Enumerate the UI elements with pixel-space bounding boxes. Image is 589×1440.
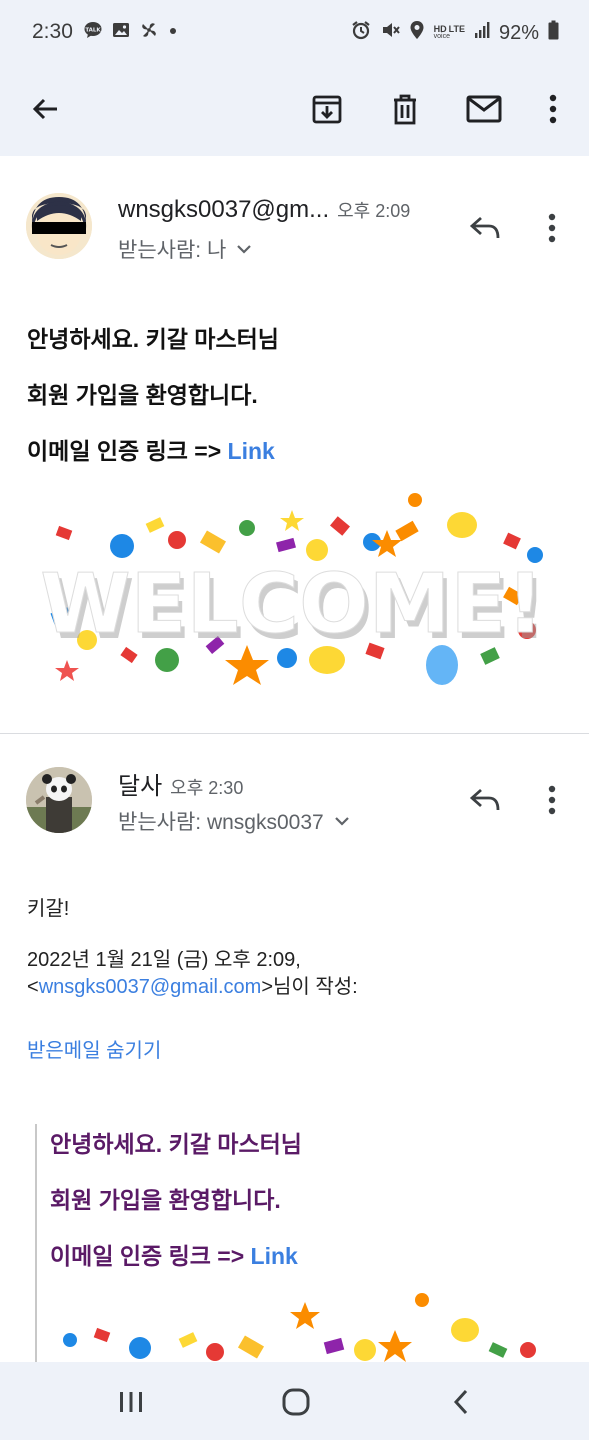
more-vert-icon: [548, 213, 556, 243]
welcome-banner-text: WELCOME!: [40, 557, 544, 652]
talk-icon: TALK: [84, 21, 102, 44]
quoted-line3: 이메일 인증 링크 => Link: [50, 1237, 298, 1271]
alarm-icon: [351, 20, 371, 46]
gallery-icon: [112, 21, 130, 44]
quoted-welcome-banner-image: [50, 1290, 562, 1362]
message2-more-button[interactable]: [532, 777, 572, 823]
message1-body-line1: 안녕하세요. 키갈 마스터님: [27, 326, 279, 352]
message1-verify-link[interactable]: Link: [228, 438, 275, 464]
quoted-line1: 안녕하세요. 키갈 마스터님: [50, 1131, 302, 1157]
message1-body-line3-text: 이메일 인증 링크 =>: [27, 438, 228, 464]
message2-recipient: 받는사람: wnsgks0037: [118, 811, 324, 834]
more-options-button[interactable]: [528, 84, 578, 134]
archive-icon: [312, 95, 342, 124]
welcome-banner-image: WELCOME! WELCOME!: [27, 480, 562, 705]
reply-icon: [469, 216, 500, 239]
system-nav-bar: [0, 1362, 589, 1440]
message1-more-button[interactable]: [532, 205, 572, 251]
delete-button[interactable]: [380, 84, 430, 134]
location-icon: [409, 20, 425, 46]
dot-icon: [168, 21, 178, 44]
quoted-line2: 회원 가입을 환영합니다.: [50, 1187, 281, 1213]
chevron-down-icon: [237, 245, 252, 254]
network-label: HD LTE voice: [434, 25, 465, 41]
message-divider: [0, 733, 589, 734]
recent-apps-button[interactable]: [111, 1382, 151, 1422]
back-arrow-icon: [32, 98, 57, 120]
message1-sender: wnsgks0037@gm... 오후 2:09: [118, 196, 410, 224]
back-icon: [453, 1389, 468, 1415]
home-icon: [282, 1388, 310, 1416]
back-button[interactable]: [20, 84, 70, 134]
hide-quoted-text-link[interactable]: 받은메일 숨기기: [27, 1034, 161, 1063]
message1-reply-button[interactable]: [462, 205, 508, 251]
archive-button[interactable]: [302, 84, 352, 134]
battery-icon: [548, 20, 559, 46]
more-vert-icon: [549, 94, 557, 124]
delete-icon: [394, 94, 416, 125]
quote-header-email-link[interactable]: wnsgks0037@gmail.com: [39, 976, 262, 998]
message2-recipient-toggle[interactable]: 받는사람: wnsgks0037: [118, 806, 350, 836]
message1-sender-name: wnsgks0037@gm...: [118, 196, 330, 223]
message2-time: 오후 2:30: [170, 778, 244, 798]
chevron-down-icon: [334, 817, 349, 826]
network-voice-label: voice: [433, 33, 450, 40]
message2-sender-name: 달사: [118, 773, 163, 800]
status-bar: 2:30 TALK HD LTE voice 92%: [0, 0, 589, 64]
quote-header-date: 2022년 1월 21일 (금) 오후 2:09,: [27, 949, 301, 971]
message1-recipient: 받는사람: 나: [118, 239, 227, 262]
quote-header-author: <wnsgks0037@gmail.com>님이 작성:: [27, 970, 358, 999]
message2-greeting: 키갈!: [27, 898, 70, 920]
mark-unread-button[interactable]: [459, 84, 509, 134]
network-hd-label: HD: [433, 24, 447, 34]
mark-unread-icon: [466, 95, 502, 123]
sender-avatar[interactable]: [26, 193, 92, 259]
message1-time: 오후 2:09: [337, 201, 411, 221]
status-time: 2:30: [32, 20, 73, 43]
message1-body-line3: 이메일 인증 링크 => Link: [27, 432, 275, 466]
message2-reply-button[interactable]: [462, 777, 508, 823]
nav-back-button[interactable]: [441, 1382, 481, 1422]
message2-sender: 달사 오후 2:30: [118, 766, 243, 801]
quoted-verify-link[interactable]: Link: [251, 1243, 298, 1269]
mute-icon: [380, 20, 400, 46]
recent-apps-icon: [120, 1392, 142, 1412]
svg-text:TALK: TALK: [85, 28, 101, 34]
message1-recipient-toggle[interactable]: 받는사람: 나: [118, 234, 252, 264]
quoted-line3-text: 이메일 인증 링크 =>: [50, 1243, 251, 1269]
fan-icon: [140, 21, 158, 44]
reply-icon: [469, 788, 500, 811]
message1-body-line2: 회원 가입을 환영합니다.: [27, 382, 258, 408]
signal-icon: [474, 21, 490, 45]
email-toolbar: [0, 64, 589, 156]
sender-avatar[interactable]: [26, 767, 92, 833]
quote-header-lt: <: [27, 976, 39, 998]
more-vert-icon: [548, 785, 556, 815]
home-button[interactable]: [276, 1382, 316, 1422]
network-lte-label: LTE: [448, 24, 465, 34]
quote-bar: [35, 1124, 37, 1364]
quote-header-suffix: >님이 작성:: [261, 976, 358, 998]
battery-percent: 92%: [498, 21, 539, 44]
